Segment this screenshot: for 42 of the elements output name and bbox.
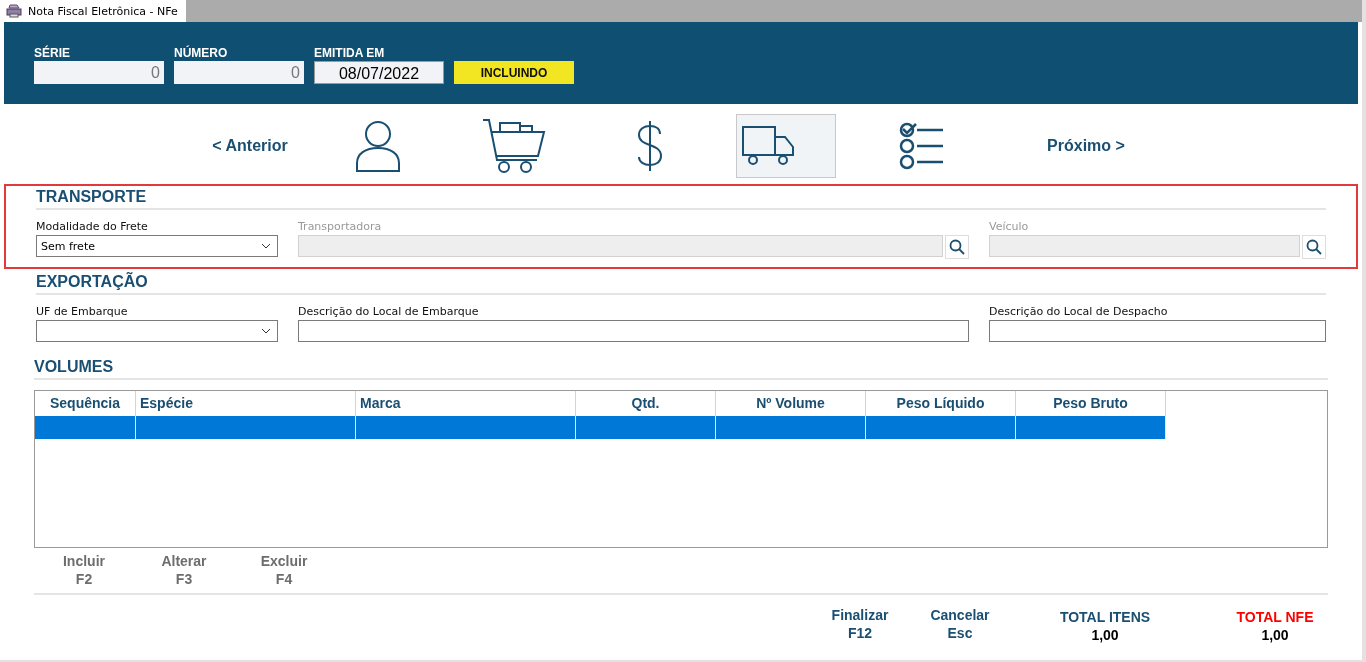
field-label: Transportadora (298, 220, 383, 233)
action-button[interactable]: Alterar F3 (134, 552, 234, 588)
field-label: Veículo (989, 220, 1030, 233)
total-value: 1,00 (1261, 626, 1289, 644)
field-label: UF de Embarque (36, 305, 129, 318)
previous-button[interactable]: < Anterior (190, 137, 310, 155)
action-button[interactable]: Excluir F4 (234, 552, 334, 588)
field-label: Descrição do Local de Despacho (989, 305, 1169, 318)
input-field[interactable]: 08/07/2022 (314, 61, 444, 84)
window-title: Nota Fiscal Eletrônica - NFe (28, 4, 178, 18)
next-button[interactable]: Próximo > (1026, 137, 1146, 155)
total-label: TOTAL ITENS (1059, 608, 1151, 626)
total-value: 1,00 (1091, 626, 1119, 644)
section-title: VOLUMES (34, 358, 1328, 380)
printer-icon (6, 4, 22, 18)
section-title: EXPORTAÇÃO (36, 273, 1326, 295)
input-field[interactable] (298, 320, 969, 342)
input-field[interactable]: 0 (174, 61, 304, 84)
search-button[interactable] (1302, 235, 1326, 259)
person-icon (355, 119, 401, 173)
chevron-icon (261, 243, 271, 249)
field-label: Modalidade do Frete (36, 220, 149, 233)
input-field[interactable] (989, 320, 1326, 342)
chevron-icon (261, 328, 271, 334)
action-button[interactable]: Incluir F2 (34, 552, 134, 588)
dropdown-field[interactable]: Sem frete (36, 235, 278, 257)
status-badge: INCLUINDO (454, 61, 574, 84)
field-label: SÉRIE (34, 46, 71, 60)
step-tab[interactable] (736, 114, 836, 178)
field-label: EMITIDA EM (314, 46, 386, 60)
dollar-icon (636, 120, 664, 172)
field-label: Descrição do Local de Embarque (298, 305, 480, 318)
checklist-icon (899, 122, 945, 170)
truck-icon (741, 125, 795, 167)
search-button[interactable] (945, 235, 969, 259)
field-label: NÚMERO (174, 46, 229, 60)
total-label: TOTAL NFE (1236, 608, 1314, 626)
cart-icon (482, 118, 546, 174)
window-tab[interactable]: Nota Fiscal Eletrônica - NFe (0, 0, 186, 22)
dropdown-field[interactable] (36, 320, 278, 342)
input-field[interactable]: 0 (34, 61, 164, 84)
section-title: TRANSPORTE (36, 188, 1326, 210)
